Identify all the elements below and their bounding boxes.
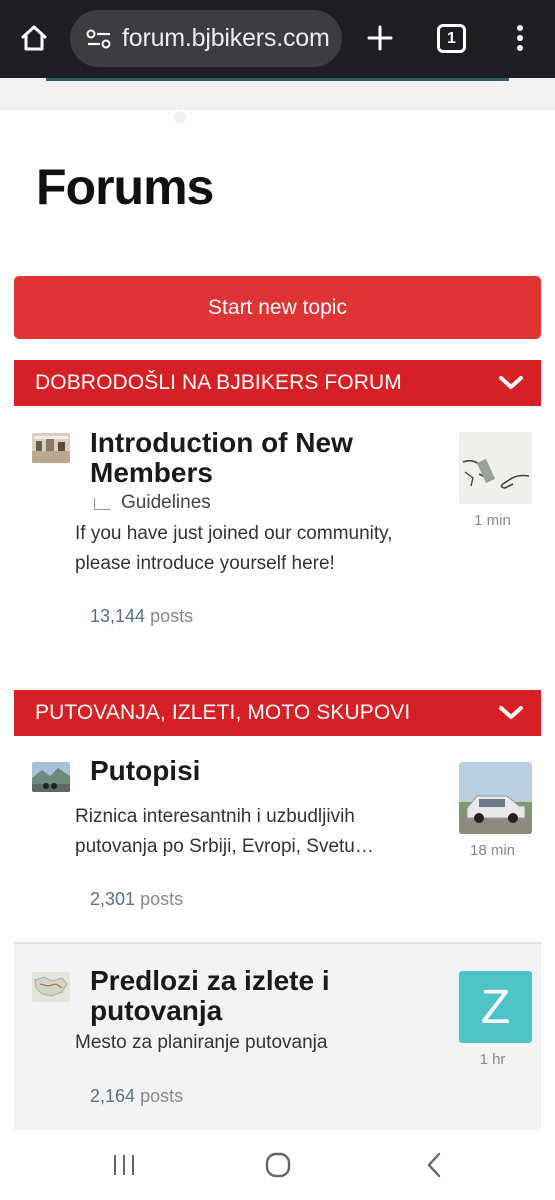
forum-row[interactable]: Putopisi Riznica interesantnih i uzbudlj… bbox=[14, 736, 541, 942]
forum-row[interactable]: Predlozi za izlete i putovanja Mesto za … bbox=[14, 942, 541, 1130]
forum-posts: 13,144 posts bbox=[90, 606, 193, 627]
posts-count: 2,301 bbox=[90, 889, 136, 909]
subforum-link[interactable]: Guidelines bbox=[90, 492, 211, 514]
last-post-time: 1 hr bbox=[479, 1051, 506, 1068]
forum-description: If you have just joined our community, p… bbox=[75, 523, 393, 574]
back-icon[interactable] bbox=[414, 1148, 454, 1182]
chevron-down-icon[interactable] bbox=[497, 370, 525, 396]
forum-title[interactable]: Predlozi za izlete i putovanja bbox=[90, 966, 390, 1026]
site-settings-icon[interactable] bbox=[84, 24, 114, 54]
posts-count: 2,164 bbox=[90, 1086, 136, 1106]
subforum-label: Guidelines bbox=[121, 492, 211, 513]
forum-icon bbox=[32, 762, 70, 792]
forum-row[interactable]: Introduction of New Members Guidelines I… bbox=[14, 406, 541, 666]
more-vert-icon[interactable] bbox=[503, 18, 537, 58]
category-title: PUTOVANJA, IZLETI, MOTO SKUPOVI bbox=[35, 701, 411, 724]
page-title: Forums bbox=[36, 159, 214, 215]
chevron-down-icon[interactable] bbox=[497, 700, 525, 726]
category-header[interactable]: DOBRODOŠLI NA BJBIKERS FORUM bbox=[14, 360, 541, 406]
forum-title[interactable]: Introduction of New Members bbox=[90, 428, 390, 488]
last-poster-avatar[interactable]: Z bbox=[459, 971, 532, 1043]
banner-strip bbox=[0, 78, 555, 110]
forum-title[interactable]: Putopisi bbox=[90, 756, 390, 786]
start-new-topic-button[interactable]: Start new topic bbox=[14, 276, 541, 339]
last-post-time: 1 min bbox=[474, 512, 511, 529]
posts-count: 13,144 bbox=[90, 606, 146, 626]
address-bar[interactable]: forum.bjbikers.com bbox=[70, 10, 342, 67]
carousel-dot bbox=[174, 111, 186, 123]
tabs-icon[interactable]: 1 bbox=[437, 24, 466, 53]
subforum-elbow-icon bbox=[94, 498, 110, 510]
category-header[interactable]: PUTOVANJA, IZLETI, MOTO SKUPOVI bbox=[14, 690, 541, 736]
forum-icon bbox=[32, 972, 70, 1002]
category-title: DOBRODOŠLI NA BJBIKERS FORUM bbox=[35, 371, 402, 394]
recent-apps-icon[interactable] bbox=[104, 1148, 144, 1182]
forum-icon bbox=[32, 433, 70, 463]
system-nav-bar bbox=[0, 1130, 555, 1200]
url-text: forum.bjbikers.com bbox=[122, 24, 330, 52]
home-nav-icon[interactable] bbox=[258, 1148, 298, 1182]
forum-description: Mesto za planiranje putovanja bbox=[75, 1032, 328, 1053]
last-poster-avatar[interactable] bbox=[459, 432, 532, 504]
browser-toolbar: forum.bjbikers.com 1 bbox=[0, 0, 555, 78]
posts-label: posts bbox=[150, 606, 194, 626]
forum-posts: 2,164 posts bbox=[90, 1086, 183, 1107]
forum-description: Riznica interesantnih i uzbudljivih puto… bbox=[75, 806, 374, 857]
plus-icon[interactable] bbox=[360, 18, 400, 58]
last-post-time: 18 min bbox=[469, 842, 516, 859]
last-poster-avatar[interactable] bbox=[459, 762, 532, 834]
home-icon[interactable] bbox=[14, 18, 54, 58]
posts-label: posts bbox=[140, 889, 184, 909]
posts-label: posts bbox=[140, 1086, 184, 1106]
forum-posts: 2,301 posts bbox=[90, 889, 183, 910]
